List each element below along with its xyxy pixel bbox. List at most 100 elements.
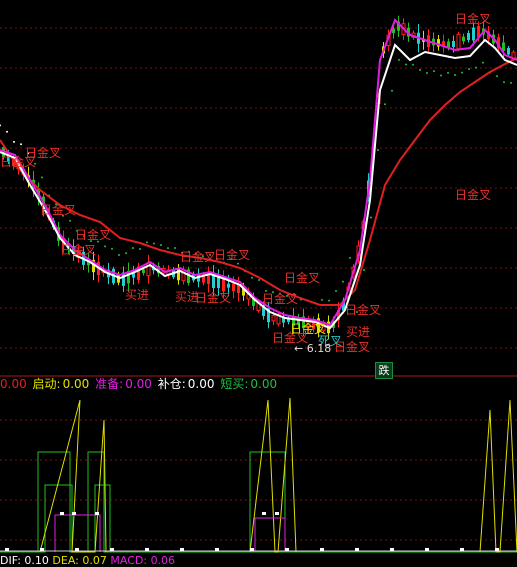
sar-dot (321, 298, 323, 301)
sar-dot (13, 140, 15, 143)
sar-dot (139, 247, 141, 250)
stock-chart-window: 日金叉 日金叉 日金叉 日金叉 日金叉 日金叉 日金叉 日金叉 日金叉 日金叉 … (0, 0, 517, 567)
sar-dot (125, 252, 127, 255)
candle (137, 262, 140, 284)
candle (456, 31, 461, 52)
sar-dot (160, 244, 162, 247)
dea-label: DEA: (52, 554, 79, 567)
cross-label: 日金叉 (60, 243, 97, 257)
indicator-marker (390, 548, 394, 551)
status-prepare-label: 准备: (95, 377, 124, 391)
indicator-marker (72, 512, 76, 515)
sar-dot (111, 247, 113, 250)
indicator-marker (460, 548, 464, 551)
sar-dot (377, 149, 379, 151)
sar-dot (41, 176, 43, 179)
indicator-yellow-spike-2 (249, 397, 297, 553)
sar-dot (132, 247, 134, 250)
status-shortbuy-label: 短买: (220, 377, 249, 391)
sar-dot (118, 254, 120, 257)
sar-dot (342, 280, 344, 283)
status-start-label: 启动: (32, 377, 61, 391)
dif-label: DIF: (0, 554, 21, 567)
indicator-marker (262, 512, 266, 515)
sar-dot (328, 299, 330, 302)
macd-label: MACD: (110, 554, 148, 567)
sar-dot (510, 81, 512, 84)
indicator-status-bar: 0.00 启动: 0.00 准备: 0.00 补仓: 0.00 短买: 0.00 (0, 377, 279, 391)
indicator-magenta-step (54, 514, 101, 552)
indicator-marker (95, 512, 99, 515)
sar-dot (468, 68, 470, 71)
cross-label: 日金叉 (345, 303, 382, 317)
sar-dot (398, 58, 400, 61)
sar-dot (153, 242, 155, 245)
cross-label: 日金叉 (75, 228, 112, 242)
candle (397, 15, 400, 37)
sar-dot (251, 276, 253, 279)
candle (337, 302, 340, 328)
status-start-value: 0.00 (62, 377, 90, 391)
indicator-marker (285, 548, 289, 551)
indicator-marker (320, 548, 324, 551)
sar-dot (174, 247, 176, 250)
indicator-marker (250, 548, 254, 551)
down-badge[interactable]: 跌 (375, 362, 393, 379)
ma-red-line (0, 57, 517, 306)
buy-label: 买进 (175, 290, 200, 304)
cross-label: 日金叉 (455, 188, 492, 202)
sar-dot (454, 74, 456, 77)
indicator-marker (110, 548, 114, 551)
indicator-marker (495, 548, 499, 551)
sar-dot (475, 66, 477, 69)
cross-label: 日金叉 (284, 271, 321, 285)
candle (467, 30, 470, 43)
candle (442, 34, 445, 53)
buy-label: 买进 (346, 325, 371, 339)
sar-dot (370, 216, 372, 219)
dif-value: 0.10 (24, 554, 49, 567)
sar-dot (335, 289, 337, 292)
indicator-marker (5, 548, 9, 551)
indicator-marker (355, 548, 359, 551)
sar-dot (6, 130, 8, 133)
dea-value: 0.07 (82, 554, 107, 567)
indicator-marker (40, 548, 44, 551)
indicator-marker (75, 548, 79, 551)
status-item0-value: 0.00 (0, 377, 27, 391)
grid-lines (0, 27, 517, 541)
sar-dot (20, 143, 22, 146)
status-addpos-value: 0.00 (187, 377, 215, 391)
indicator-marker (60, 512, 64, 515)
indicator-marker (215, 548, 219, 551)
indicator-marker (180, 548, 184, 551)
sar-dot (419, 69, 421, 72)
candles-layer (2, 15, 516, 340)
sar-dot (482, 61, 484, 64)
cross-label: 日金叉 (262, 292, 299, 306)
indicator-marker (145, 548, 149, 551)
low-price-marker: ← 6.18 (294, 342, 332, 355)
candle (132, 265, 135, 285)
sar-dot (433, 70, 435, 73)
candlestick-chart[interactable] (0, 0, 517, 567)
sar-dot (69, 219, 71, 222)
cross-label: 日金叉 (180, 250, 217, 264)
sar-dot (384, 103, 386, 106)
sar-dot (503, 81, 505, 84)
indicator-green-step (0, 451, 517, 553)
sar-dot (426, 71, 428, 74)
sar-dot (405, 63, 407, 66)
sar-dot (237, 262, 239, 265)
cross-label: 日金叉 (455, 12, 492, 26)
candle (507, 45, 510, 57)
candle (276, 311, 281, 327)
candle (146, 254, 151, 284)
cross-label: 日金叉 (195, 291, 232, 305)
sar-dot (167, 247, 169, 250)
status-prepare-value: 0.00 (125, 377, 152, 391)
cross-label: 日金叉 (214, 248, 251, 262)
sar-dot (461, 71, 463, 74)
indicator-yellow-spike-3 (479, 399, 517, 553)
indicator-yellow-spike (39, 399, 107, 553)
